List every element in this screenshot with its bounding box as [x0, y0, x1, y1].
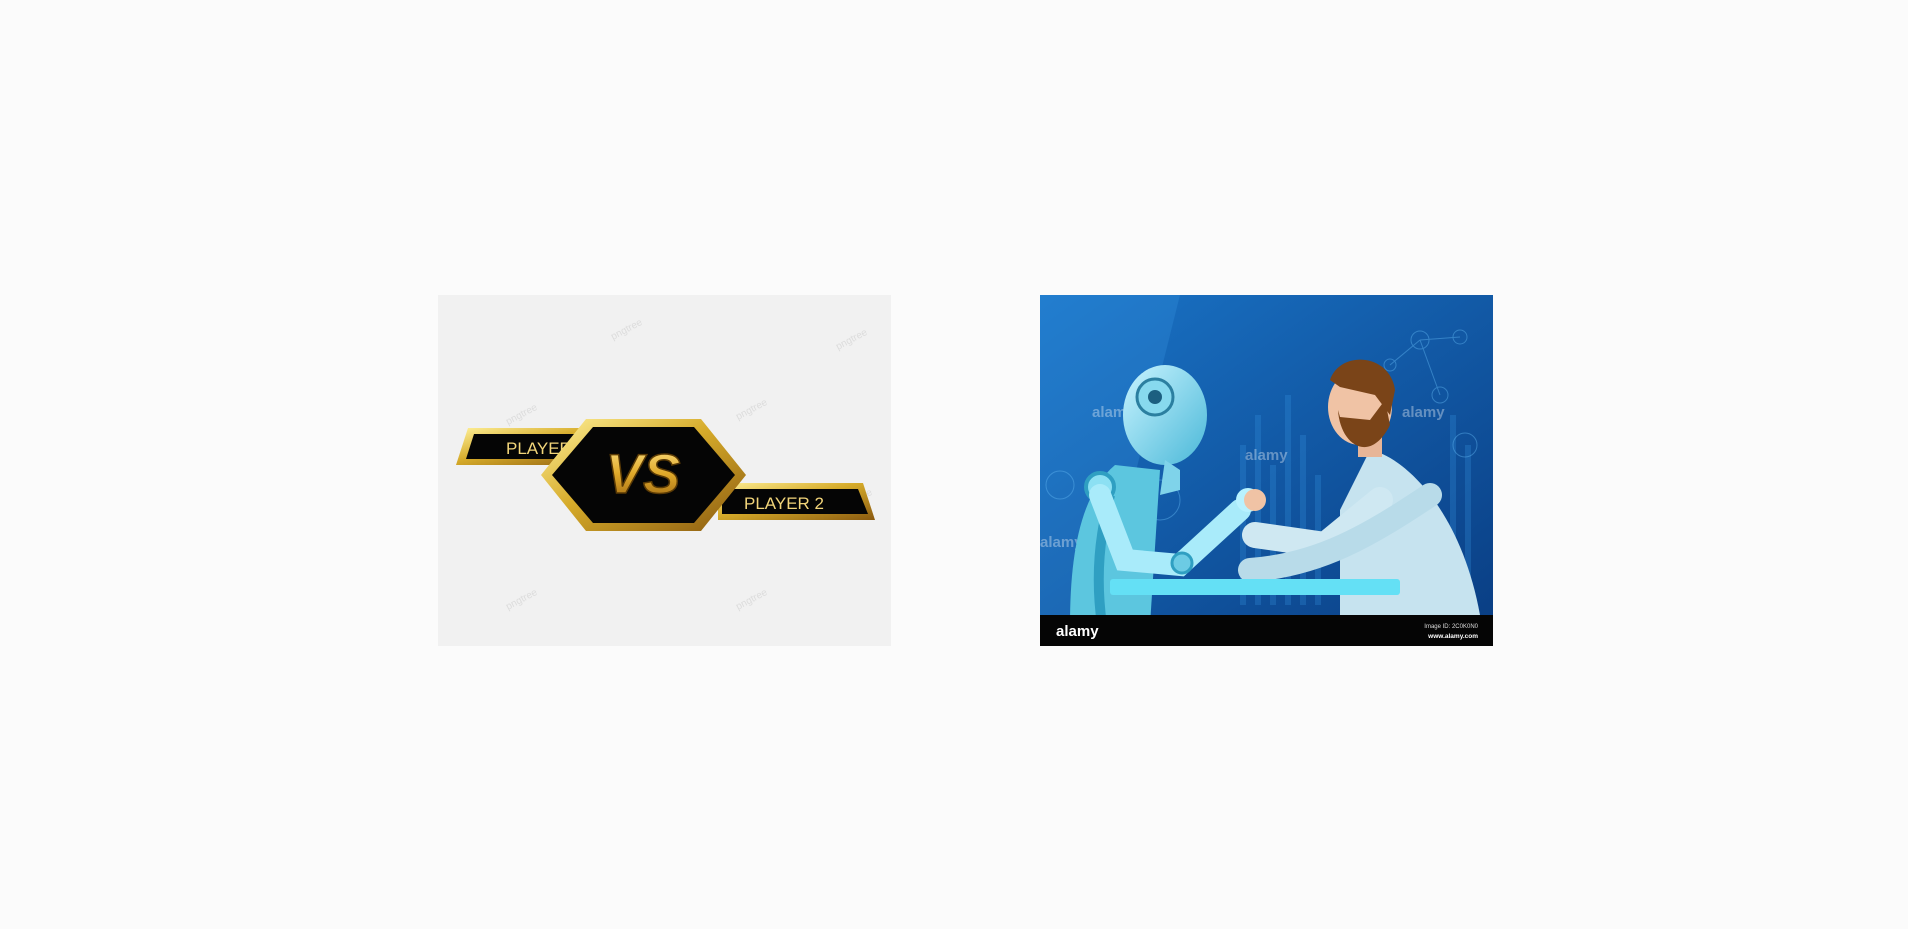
watermark-text: pngtree: [734, 397, 769, 423]
table: [1110, 579, 1400, 595]
watermark-text: pngtree: [834, 327, 869, 353]
image-id: Image ID: 2C0K0N0: [1424, 624, 1478, 630]
player2-label: PLAYER 2: [744, 494, 824, 513]
image-gallery: pngtree pngtree pngtree pngtree pngtree …: [0, 0, 1908, 929]
arm-wrestling-illustration: alamy alamy alamy alamy alamy Image ID: …: [1040, 295, 1493, 646]
vs-label: VS: [606, 442, 681, 505]
watermark-text: alamy: [1402, 404, 1445, 421]
vs-banner-image[interactable]: pngtree pngtree pngtree pngtree pngtree …: [438, 295, 891, 646]
watermark-text: pngtree: [504, 587, 539, 613]
player2-banner: PLAYER 2: [718, 483, 875, 520]
alamy-url: www.alamy.com: [1427, 633, 1478, 640]
stock-footer: alamy Image ID: 2C0K0N0 www.alamy.com: [1040, 615, 1493, 646]
watermark-text: pngtree: [734, 587, 769, 613]
watermark-text: alamy: [1245, 447, 1288, 464]
watermark-text: pngtree: [504, 402, 539, 428]
watermark-text: pngtree: [609, 317, 644, 343]
robot-vs-human-image[interactable]: alamy alamy alamy alamy alamy Image ID: …: [1040, 295, 1493, 646]
vs-banner-graphic: pngtree pngtree pngtree pngtree pngtree …: [456, 317, 875, 613]
alamy-logo: alamy: [1056, 623, 1099, 640]
